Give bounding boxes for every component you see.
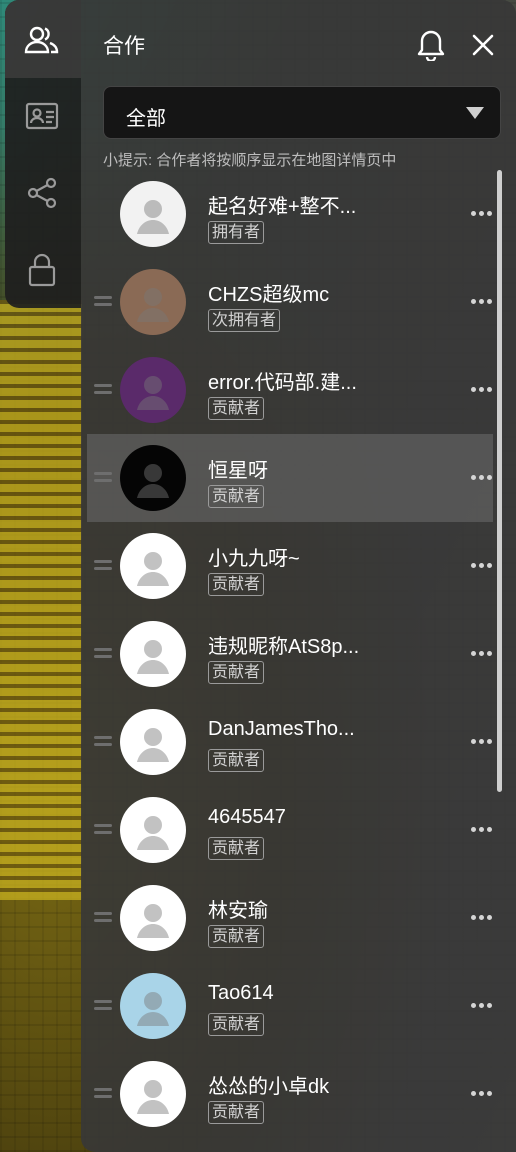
collaborator-row[interactable]: 小九九呀~ 贡献者 [87,522,493,610]
collaborator-row[interactable]: 林安瑜 贡献者 [87,874,493,962]
avatar [120,269,186,335]
share-icon[interactable] [22,173,62,213]
collaborator-name: 林安瑜 [208,900,268,922]
role-badge: 拥有者 [208,221,265,244]
role-badge: 贡献者 [208,925,265,948]
lock-icon[interactable] [22,250,62,290]
role-badge: 贡献者 [208,661,265,684]
more-options-icon[interactable] [471,299,493,305]
avatar [120,533,186,599]
bell-icon[interactable] [414,28,448,62]
close-icon[interactable] [466,28,500,62]
drag-handle-icon[interactable] [94,1088,112,1098]
more-options-icon[interactable] [471,827,493,833]
drag-handle-icon[interactable] [94,472,112,482]
drag-handle-icon[interactable] [94,384,112,394]
collaborator-list: 起名好难+整不... 拥有者 CHZS超级mc 次拥有者 error.代码部.建... 贡… [87,170,493,1138]
hint-text: 小提示: 合作者将按顺序显示在地图详情页中 [103,152,397,169]
game-scenery [0,300,82,900]
collaborator-row[interactable]: error.代码部.建... 贡献者 [87,346,493,434]
panel-title: 合作 [103,35,145,58]
avatar [120,797,186,863]
chevron-down-icon [466,107,484,119]
drag-handle-icon[interactable] [94,560,112,570]
dropdown-selected-value: 全部 [126,108,166,130]
role-badge: 贡献者 [208,837,265,860]
avatar [120,973,186,1039]
more-options-icon[interactable] [471,211,493,217]
collaborator-name: CHZS超级mc [208,284,330,306]
collaborator-row[interactable]: 违规昵称AtS8p... 贡献者 [87,610,493,698]
collaborator-name: 违规昵称AtS8p... [208,636,360,658]
drag-handle-icon[interactable] [94,736,112,746]
collaborator-name: 恒星呀 [208,460,268,482]
collaborator-name: 小九九呀~ [208,548,300,570]
collaborator-name: 怂怂的小卓dk [208,1076,330,1098]
role-badge: 贡献者 [208,1013,265,1036]
id-card-icon[interactable] [22,96,62,136]
role-badge: 贡献者 [208,749,265,772]
drag-handle-icon[interactable] [94,1000,112,1010]
role-badge: 贡献者 [208,573,265,596]
avatar [120,621,186,687]
role-filter-dropdown[interactable]: 全部 [103,86,501,139]
avatar [120,445,186,511]
role-badge: 贡献者 [208,485,265,508]
collaborator-name: error.代码部.建... [208,372,357,394]
more-options-icon[interactable] [471,475,493,481]
collaborator-name: 起名好难+整不... [208,196,357,218]
drag-handle-icon[interactable] [94,648,112,658]
drag-handle-icon[interactable] [94,824,112,834]
more-options-icon[interactable] [471,651,493,657]
avatar [120,1061,186,1127]
more-options-icon[interactable] [471,563,493,569]
collaborator-row[interactable]: DanJamesTho... 贡献者 [87,698,493,786]
collaborator-name: Tao614 [208,982,274,1004]
role-badge: 贡献者 [208,397,265,420]
avatar [120,885,186,951]
role-badge: 次拥有者 [208,309,281,332]
collaborator-name: DanJamesTho... [208,718,355,740]
collaborator-row[interactable]: Tao614 贡献者 [87,962,493,1050]
drag-handle-icon[interactable] [94,296,112,306]
role-badge: 贡献者 [208,1101,265,1124]
people-icon[interactable] [22,20,62,60]
more-options-icon[interactable] [471,1091,493,1097]
more-options-icon[interactable] [471,739,493,745]
collaborator-row[interactable]: CHZS超级mc 次拥有者 [87,258,493,346]
avatar [120,181,186,247]
collaborator-row[interactable]: 4645547 贡献者 [87,786,493,874]
avatar [120,709,186,775]
more-options-icon[interactable] [471,915,493,921]
collaborator-row[interactable]: 怂怂的小卓dk 贡献者 [87,1050,493,1138]
collaborator-row[interactable]: 起名好难+整不... 拥有者 [87,170,493,258]
more-options-icon[interactable] [471,387,493,393]
collaborator-name: 4645547 [208,806,286,828]
collaborator-row[interactable]: 恒星呀 贡献者 [87,434,493,522]
scrollbar[interactable] [497,170,502,792]
more-options-icon[interactable] [471,1003,493,1009]
avatar [120,357,186,423]
drag-handle-icon[interactable] [94,912,112,922]
